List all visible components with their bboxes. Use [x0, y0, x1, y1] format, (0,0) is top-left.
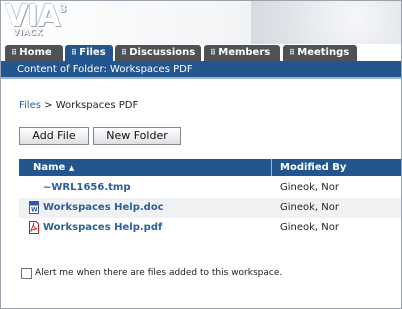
- tab-home-label: Home: [19, 47, 52, 58]
- tab-grip-icon: ⠿: [11, 48, 17, 57]
- tab-bar: ⠿ Home ⠿ Files ⠿ Discussions ⠿ Members ⠿ Meet…: [1, 44, 401, 61]
- new-folder-button[interactable]: New Folder: [93, 127, 181, 145]
- file-name-link[interactable]: Workspaces Help.doc: [43, 198, 164, 218]
- via-logo[interactable]: VIA 3 VIACK: [5, 2, 75, 44]
- tab-grip-icon: ⠿: [121, 48, 127, 57]
- add-file-button[interactable]: Add File: [19, 127, 89, 145]
- tab-grip-icon: ⠿: [71, 48, 77, 57]
- file-name-link[interactable]: Workspaces Help.pdf: [43, 218, 162, 238]
- tab-grip-icon: ⠿: [289, 48, 295, 57]
- word-doc-icon: W: [29, 201, 39, 214]
- column-divider: [271, 159, 272, 176]
- modified-by: Gineok, Nor: [280, 222, 339, 233]
- tab-meetings-label: Meetings: [297, 47, 350, 58]
- svg-text:W: W: [31, 207, 38, 214]
- tab-files-label: Files: [79, 47, 106, 58]
- app-window: VIA 3 VIACK ⠿ Home ⠿ Files ⠿ Discussions ⠿ M…: [0, 0, 402, 309]
- tab-members-label: Members: [218, 47, 271, 58]
- breadcrumb-current: Workspaces PDF: [55, 100, 139, 111]
- pdf-file-icon: [29, 221, 39, 234]
- file-name-link[interactable]: ~WRL1656.tmp: [43, 178, 130, 198]
- tab-grip-icon: ⠿: [210, 48, 216, 57]
- tab-discussions-label: Discussions: [129, 47, 196, 58]
- modified-by: Gineok, Nor: [280, 202, 339, 213]
- modified-column-header[interactable]: Modified By: [280, 159, 346, 176]
- modified-by: Gineok, Nor: [280, 182, 339, 193]
- alert-label: Alert me when there are files added to t…: [35, 268, 283, 278]
- breadcrumb-files-link[interactable]: Files: [19, 100, 41, 111]
- header-decoration: [251, 1, 401, 45]
- table-row[interactable]: W Workspaces Help.doc Gineok, Nor: [19, 198, 401, 218]
- table-row[interactable]: ~WRL1656.tmp Gineok, Nor: [19, 178, 401, 198]
- table-row[interactable]: Workspaces Help.pdf Gineok, Nor: [19, 218, 401, 238]
- tab-home[interactable]: ⠿ Home: [5, 45, 63, 61]
- tab-discussions[interactable]: ⠿ Discussions: [115, 45, 201, 61]
- header: VIA 3 VIACK: [1, 1, 401, 45]
- sort-ascending-icon: ▲: [68, 164, 75, 172]
- alert-checkbox[interactable]: [21, 268, 32, 279]
- breadcrumb: Files > Workspaces PDF: [19, 100, 138, 111]
- breadcrumb-separator: >: [44, 100, 53, 111]
- table-header: Name ▲ Modified By: [19, 159, 401, 177]
- tab-meetings[interactable]: ⠿ Meetings: [283, 45, 357, 61]
- name-column-label: Name: [33, 162, 66, 173]
- tab-members[interactable]: ⠿ Members: [204, 45, 280, 61]
- logo-subtitle: VIACK: [13, 28, 43, 37]
- logo-superscript: 3: [59, 2, 67, 15]
- name-column-header[interactable]: Name ▲: [33, 159, 74, 177]
- folder-title-bar: Content of Folder: Workspaces PDF: [1, 61, 401, 79]
- tab-files[interactable]: ⠿ Files: [65, 45, 113, 61]
